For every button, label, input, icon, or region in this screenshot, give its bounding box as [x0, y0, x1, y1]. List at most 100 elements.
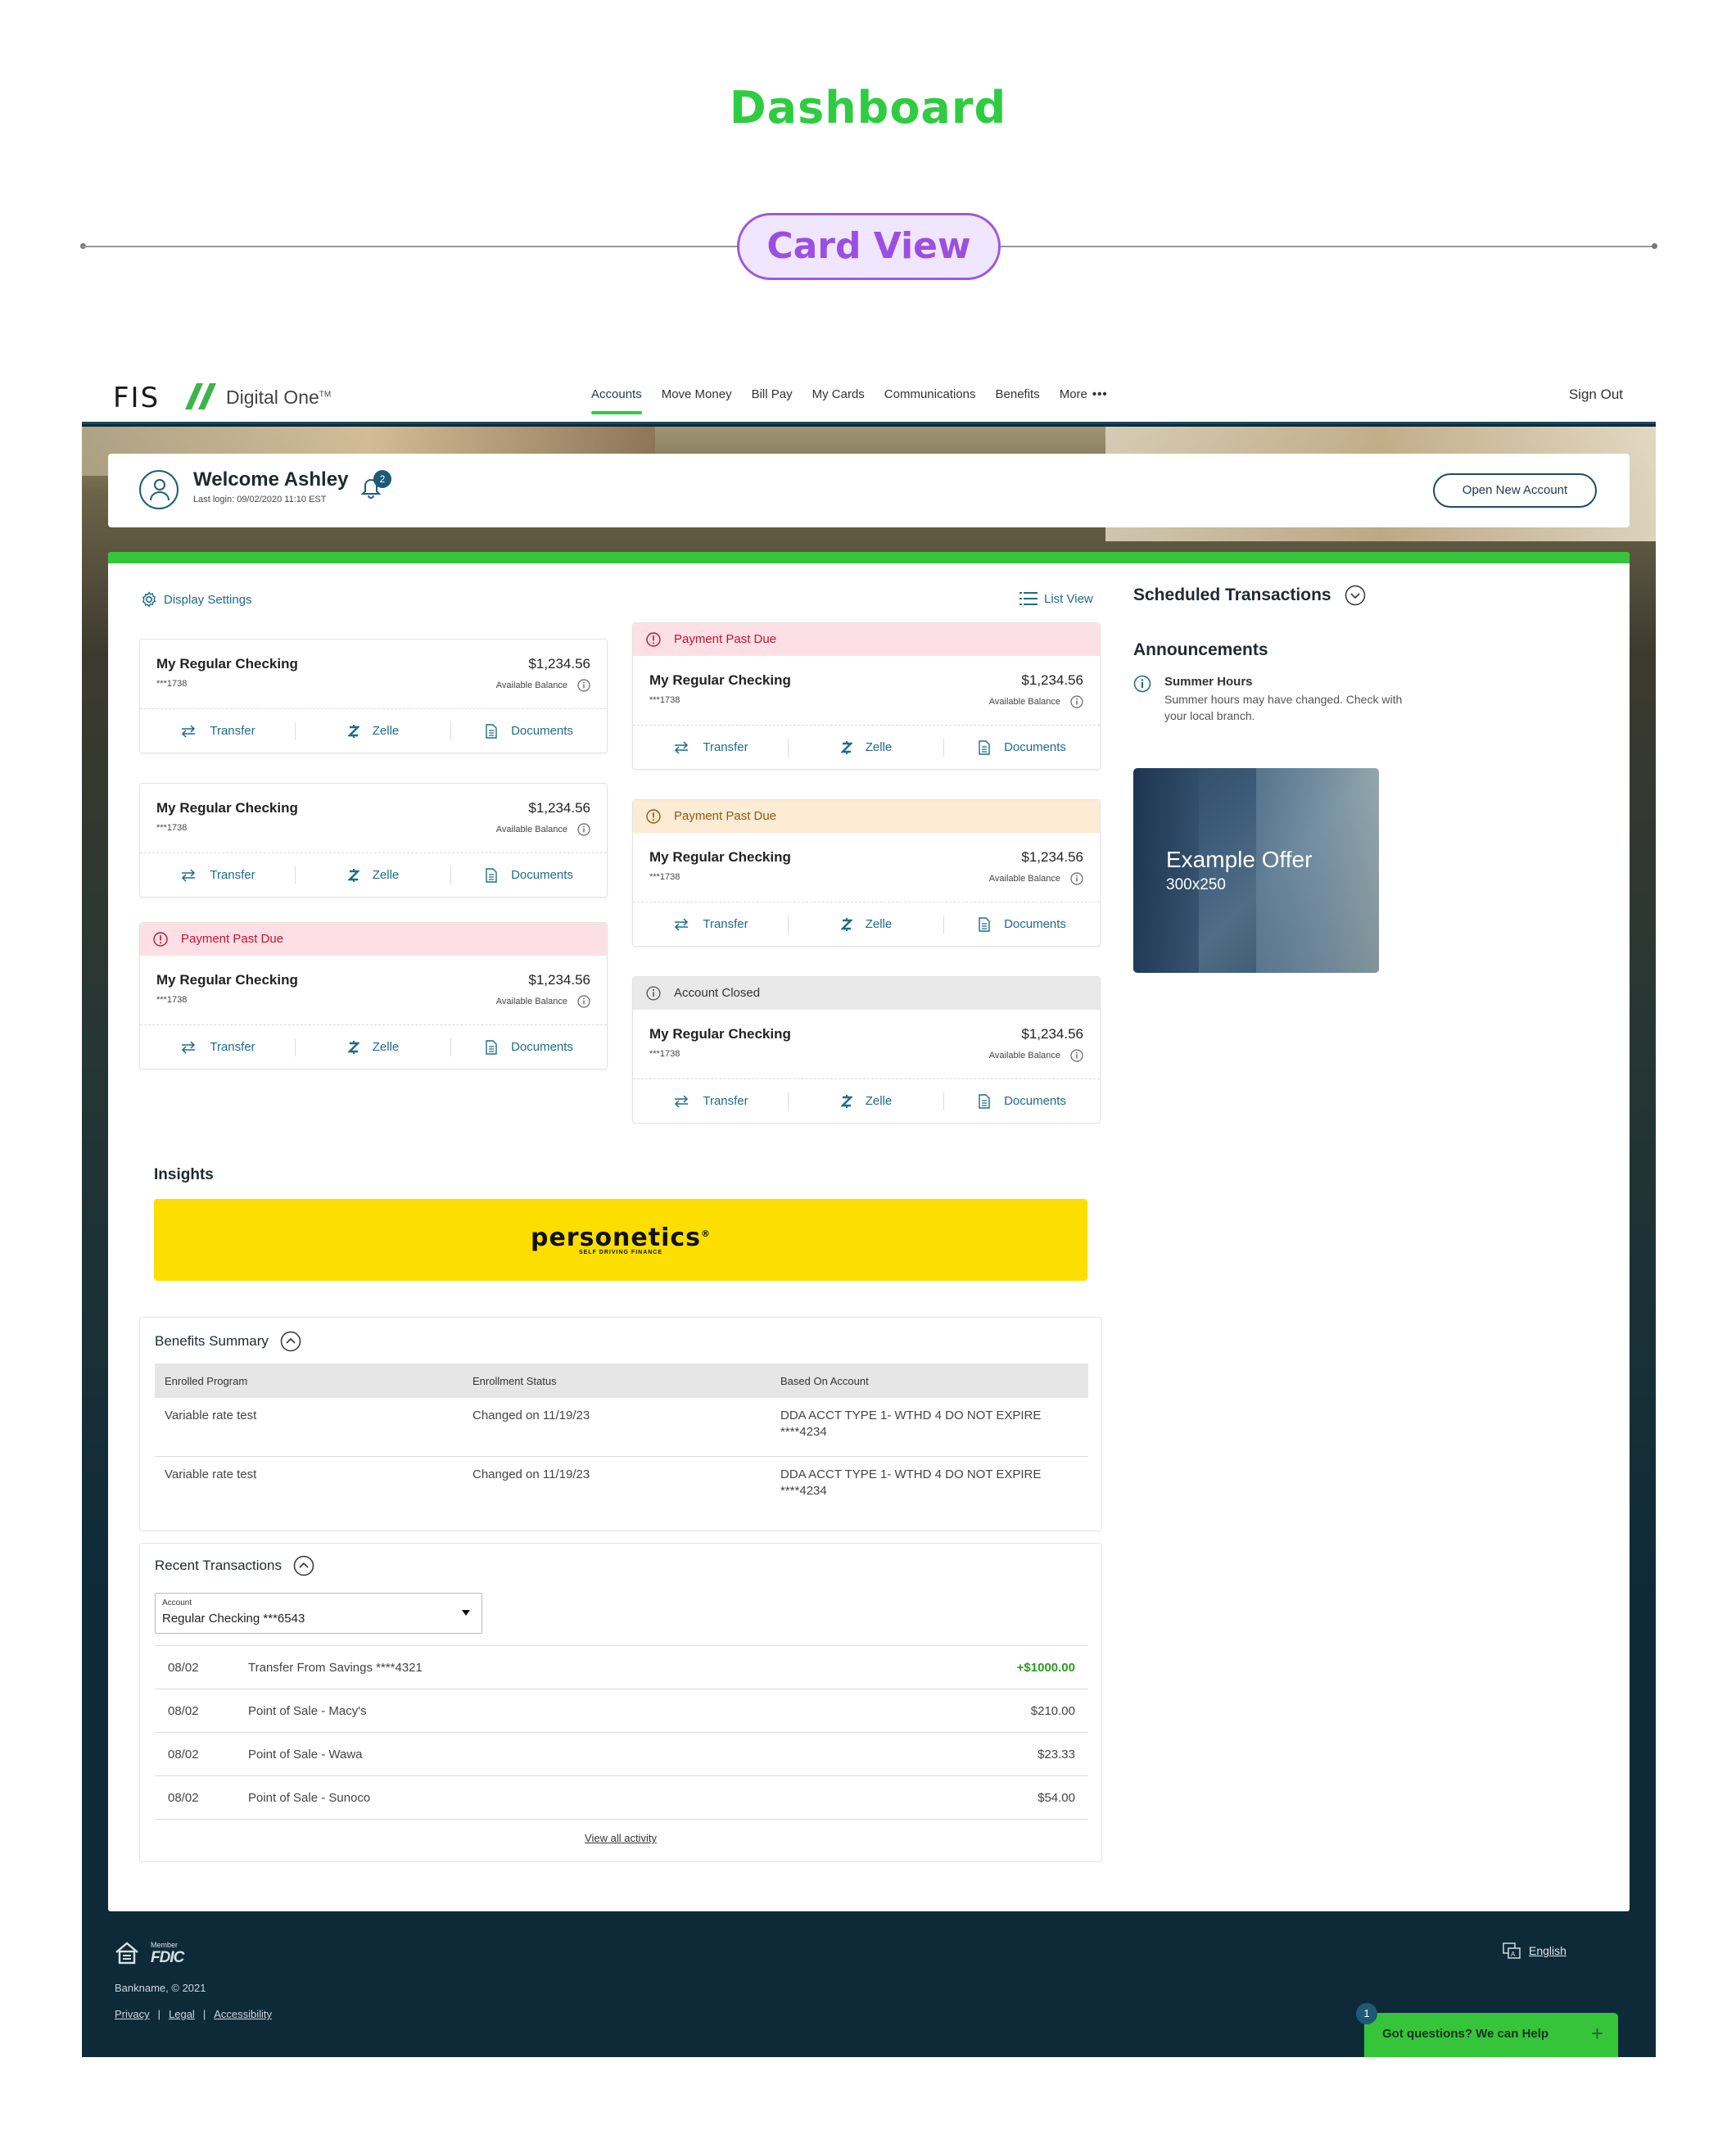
zelle-button[interactable]: Zelle	[296, 709, 451, 753]
card-actions: Transfer Zelle Documents	[633, 1079, 1100, 1123]
announcement-text: Summer hours may have changed. Check wit…	[1164, 693, 1403, 722]
account-balance: $1,234.56	[528, 656, 590, 672]
main-nav: Accounts Move Money Bill Pay My Cards Co…	[591, 369, 1128, 424]
account-select-label: Account	[162, 1599, 192, 1608]
info-icon[interactable]	[1065, 1049, 1083, 1062]
account-balance: $1,234.56	[1021, 672, 1083, 688]
account-name: My Regular Checking	[156, 800, 298, 816]
account-card[interactable]: My Regular Checking ***1738 $1,234.56 Avail…	[139, 639, 608, 753]
zelle-icon	[347, 868, 366, 883]
documents-button[interactable]: Documents	[944, 1079, 1100, 1123]
info-icon	[646, 986, 667, 1001]
divider-line-left	[82, 246, 737, 247]
welcome-greeting: Welcome Ashley	[193, 468, 349, 491]
account-select[interactable]: Account Regular Checking ***6543	[155, 1593, 482, 1634]
transfer-button[interactable]: Transfer	[140, 1025, 296, 1069]
info-icon	[1133, 675, 1151, 693]
nav-accounts[interactable]: Accounts	[591, 369, 642, 424]
language-selector[interactable]: A English	[1503, 1942, 1566, 1959]
list-view-toggle[interactable]: List View	[1019, 591, 1093, 606]
more-dots-icon: •••	[1092, 387, 1108, 401]
caret-down-icon	[462, 1610, 470, 1616]
user-avatar-icon[interactable]	[139, 470, 179, 509]
display-settings-label: Display Settings	[164, 592, 252, 607]
chevron-up-icon	[280, 1331, 301, 1352]
nav-my-cards[interactable]: My Cards	[812, 369, 865, 424]
transaction-row[interactable]: 08/02 Point of Sale - Macy's $210.00	[155, 1689, 1088, 1733]
account-balance: $1,234.56	[1021, 1026, 1083, 1042]
open-new-account-button[interactable]: Open New Account	[1433, 473, 1597, 508]
info-icon[interactable]	[572, 823, 590, 836]
accessibility-link[interactable]: Accessibility	[214, 2008, 272, 2020]
privacy-link[interactable]: Privacy	[115, 2008, 150, 2020]
display-settings-link[interactable]: Display Settings	[141, 591, 252, 608]
legal-link[interactable]: Legal	[169, 2008, 195, 2020]
example-offer-banner[interactable]: Example Offer 300x250	[1133, 768, 1379, 973]
account-card[interactable]: Account Closed My Regular Checking ***1738…	[632, 976, 1101, 1124]
available-balance-label: Available Balance	[496, 995, 590, 1008]
help-chat-button[interactable]: Got questions? We can Help +	[1364, 2013, 1618, 2057]
based-on-account: DDA ACCT TYPE 1- WTHD 4 DO NOT EXPIRE **…	[780, 1467, 1042, 1498]
nav-move-money[interactable]: Move Money	[662, 369, 732, 424]
transaction-row[interactable]: 08/02 Point of Sale - Wawa $23.33	[155, 1733, 1088, 1776]
account-number: ***1738	[156, 995, 188, 1005]
transfer-button[interactable]: Transfer	[633, 1079, 789, 1123]
account-name: My Regular Checking	[649, 672, 791, 688]
recent-transactions-toggle[interactable]: Recent Transactions	[155, 1555, 314, 1576]
last-login: Last login: 09/02/2020 11:10 EST	[193, 495, 327, 504]
zelle-button[interactable]: Zelle	[296, 1025, 451, 1069]
nav-benefits[interactable]: Benefits	[996, 369, 1040, 424]
transfer-button[interactable]: Transfer	[633, 902, 789, 946]
sign-out-link[interactable]: Sign Out	[1569, 387, 1623, 403]
documents-button[interactable]: Documents	[944, 902, 1100, 946]
recent-transactions-heading: Recent Transactions	[155, 1558, 282, 1573]
card-body: My Regular Checking ***1738 $1,234.56 Avail…	[633, 656, 1100, 725]
card-status-banner: Payment Past Due	[140, 923, 607, 956]
transfer-button[interactable]: Transfer	[140, 709, 296, 753]
personetics-banner[interactable]: personetics® SELF DRIVING FINANCE	[154, 1199, 1087, 1281]
zelle-button[interactable]: Zelle	[296, 853, 451, 897]
nav-bill-pay[interactable]: Bill Pay	[752, 369, 793, 424]
top-navbar: FIS Digital OneTM Accounts Move Money Bi…	[82, 369, 1656, 424]
transaction-amount: +$1000.00	[1016, 1660, 1075, 1675]
transaction-row[interactable]: 08/02 Point of Sale - Sunoco $54.00	[155, 1776, 1088, 1820]
fdic-logo: Member FDIC	[151, 1941, 184, 1966]
list-icon	[1019, 592, 1038, 605]
help-chat-badge: 1	[1356, 2003, 1377, 2024]
account-card[interactable]: Payment Past Due My Regular Checking ***17…	[632, 799, 1101, 947]
view-all-activity-link[interactable]: View all activity	[140, 1832, 1101, 1844]
transaction-amount: $54.00	[1038, 1790, 1075, 1805]
transfer-button[interactable]: Transfer	[633, 726, 789, 769]
transfer-button[interactable]: Transfer	[140, 853, 296, 897]
alert-icon	[646, 632, 667, 647]
copyright: Bankname, © 2021	[115, 1982, 206, 1994]
accent-bar	[108, 552, 1630, 563]
zelle-button[interactable]: Zelle	[789, 726, 944, 769]
zelle-button[interactable]: Zelle	[789, 1079, 944, 1123]
benefits-summary-toggle[interactable]: Benefits Summary	[155, 1331, 301, 1352]
documents-button[interactable]: Documents	[451, 709, 607, 753]
info-icon[interactable]	[572, 995, 590, 1008]
account-card[interactable]: Payment Past Due My Regular Checking ***17…	[139, 922, 608, 1070]
benefits-summary-section: Benefits Summary Enrolled Program Enroll…	[139, 1317, 1102, 1531]
list-view-label: List View	[1044, 591, 1093, 606]
nav-more[interactable]: More •••	[1060, 369, 1108, 424]
document-icon	[485, 867, 504, 883]
document-icon	[978, 916, 997, 932]
footer-links: Privacy | Legal | Accessibility	[115, 2008, 272, 2020]
help-chat-label: Got questions? We can Help	[1382, 2027, 1549, 2041]
zelle-button[interactable]: Zelle	[789, 902, 944, 946]
transaction-row[interactable]: 08/02 Transfer From Savings ****4321 +$1…	[155, 1646, 1088, 1689]
documents-button[interactable]: Documents	[451, 1025, 607, 1069]
account-card[interactable]: My Regular Checking ***1738 $1,234.56 Avail…	[139, 783, 608, 898]
info-icon[interactable]	[572, 679, 590, 692]
documents-button[interactable]: Documents	[451, 853, 607, 897]
scheduled-transactions-toggle[interactable]: Scheduled Transactions	[1133, 585, 1366, 606]
chevron-down-icon	[1345, 585, 1365, 606]
info-icon[interactable]	[1065, 695, 1083, 708]
nav-communications[interactable]: Communications	[884, 369, 976, 424]
account-card[interactable]: Payment Past Due My Regular Checking ***17…	[632, 622, 1101, 770]
transfer-icon	[673, 917, 696, 931]
documents-button[interactable]: Documents	[944, 726, 1100, 769]
info-icon[interactable]	[1065, 872, 1083, 885]
